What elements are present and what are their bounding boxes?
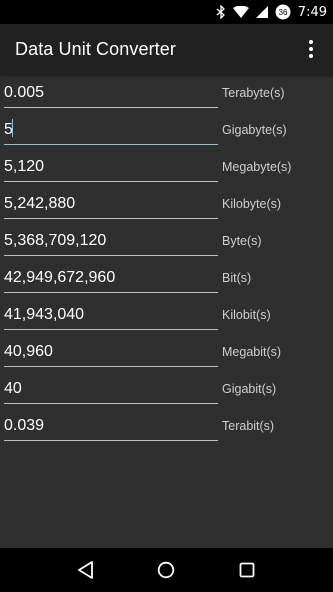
text-cursor: [12, 119, 13, 137]
kilobyte-input[interactable]: [4, 189, 218, 219]
byte-label: Byte(s): [222, 234, 262, 248]
bluetooth-icon: [216, 5, 226, 19]
row-gigabit: Gigabit(s): [0, 370, 333, 407]
signal-icon: [255, 6, 268, 18]
status-bar: 36 7:49: [0, 0, 333, 24]
row-megabyte: Megabyte(s): [0, 148, 333, 185]
kilobyte-label: Kilobyte(s): [222, 197, 282, 211]
battery-level: 36: [278, 8, 287, 17]
megabit-input[interactable]: [4, 337, 218, 367]
gigabit-input[interactable]: [4, 374, 218, 404]
home-icon[interactable]: [152, 556, 180, 584]
bit-label: Bit(s): [222, 271, 252, 285]
terabit-label: Terabit(s): [222, 419, 275, 433]
row-terabit: Terabit(s): [0, 407, 333, 444]
megabyte-label: Megabyte(s): [222, 160, 292, 174]
row-kilobit: Kilobit(s): [0, 296, 333, 333]
megabyte-input[interactable]: [4, 152, 218, 182]
screen: 36 7:49 Data Unit Converter Terabyte(s) …: [0, 0, 333, 592]
row-kilobyte: Kilobyte(s): [0, 185, 333, 222]
recents-icon[interactable]: [233, 556, 261, 584]
status-time: 7:49: [297, 4, 327, 20]
back-icon[interactable]: [72, 556, 100, 584]
megabit-label: Megabit(s): [222, 345, 282, 359]
row-bit: Bit(s): [0, 259, 333, 296]
row-gigabyte: Gigabyte(s): [0, 111, 333, 148]
row-megabit: Megabit(s): [0, 333, 333, 370]
terabyte-label: Terabyte(s): [222, 86, 285, 100]
app-title: Data Unit Converter: [15, 38, 176, 59]
gigabyte-label: Gigabyte(s): [222, 123, 287, 137]
byte-input[interactable]: [4, 226, 218, 256]
kilobit-input[interactable]: [4, 300, 218, 330]
terabyte-input[interactable]: [4, 78, 218, 108]
conversion-list: Terabyte(s) Gigabyte(s) Megabyte(s) Kilo…: [0, 74, 333, 444]
bit-input[interactable]: [4, 263, 218, 293]
row-byte: Byte(s): [0, 222, 333, 259]
terabit-input[interactable]: [4, 411, 218, 441]
kilobit-label: Kilobit(s): [222, 308, 271, 322]
gigabyte-input[interactable]: [4, 115, 218, 145]
more-vert-icon[interactable]: [299, 36, 323, 62]
battery-icon: 36: [275, 4, 291, 20]
gigabit-label: Gigabit(s): [222, 382, 277, 396]
app-bar: Data Unit Converter: [0, 24, 333, 74]
row-terabyte: Terabyte(s): [0, 74, 333, 111]
wifi-icon: [232, 6, 249, 18]
navigation-bar: [0, 548, 333, 592]
